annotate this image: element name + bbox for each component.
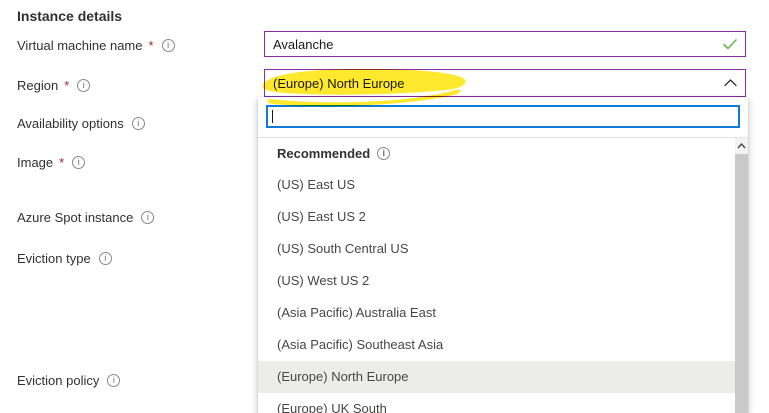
region-option[interactable]: (US) East US <box>258 169 735 201</box>
region-combobox[interactable]: (Europe) North Europe <box>264 69 746 97</box>
info-icon[interactable]: i <box>377 147 390 160</box>
field-label-azure-spot-instance: Azure Spot instance i <box>17 209 154 226</box>
label-text: Availability options <box>17 116 124 131</box>
label-text: Eviction type <box>17 251 91 266</box>
label-text: Region <box>17 78 58 93</box>
field-label-eviction-policy: Eviction policy i <box>17 372 120 389</box>
section-title: Instance details <box>17 8 122 24</box>
required-asterisk: * <box>149 38 154 53</box>
field-label-eviction-type: Eviction type i <box>17 250 112 267</box>
field-label-vm-name: Virtual machine name * i <box>17 37 175 54</box>
field-label-availability-options: Availability options i <box>17 115 145 132</box>
label-text: Image <box>17 155 53 170</box>
label-text: Azure Spot instance <box>17 210 133 225</box>
group-header-text: Recommended <box>277 146 370 161</box>
region-dropdown-flyout: Recommended i (US) East US (US) East US … <box>258 97 748 413</box>
region-search-input[interactable] <box>266 105 740 128</box>
chevron-up-icon <box>724 79 737 87</box>
region-option[interactable]: (Asia Pacific) Australia East <box>258 297 735 329</box>
required-asterisk: * <box>59 155 64 170</box>
info-icon[interactable]: i <box>141 211 154 224</box>
label-text: Virtual machine name <box>17 38 143 53</box>
info-icon[interactable]: i <box>99 252 112 265</box>
azure-create-vm-form: Instance details Virtual machine name*i … <box>0 0 769 413</box>
info-icon[interactable]: i <box>72 156 85 169</box>
scrollbar-thumb[interactable] <box>735 154 748 413</box>
vm-name-input[interactable]: Avalanche <box>264 31 746 57</box>
info-icon[interactable]: i <box>107 374 120 387</box>
scroll-up-arrow-icon <box>737 143 746 149</box>
region-value: (Europe) North Europe <box>273 76 718 91</box>
info-icon[interactable]: i <box>77 79 90 92</box>
region-option-highlighted[interactable]: (Europe) North Europe <box>258 361 735 393</box>
valid-check-icon <box>723 39 737 50</box>
scroll-up-button[interactable] <box>735 138 748 153</box>
dropdown-scrollbar[interactable] <box>735 138 748 413</box>
required-asterisk: * <box>64 78 69 93</box>
info-icon[interactable]: i <box>162 39 175 52</box>
vm-name-value: Avalanche <box>273 37 717 52</box>
field-label-image: Image * i <box>17 154 85 171</box>
text-cursor <box>272 110 273 123</box>
region-option[interactable]: (Asia Pacific) Southeast Asia <box>258 329 735 361</box>
region-option[interactable]: (US) West US 2 <box>258 265 735 297</box>
region-option[interactable]: (US) East US 2 <box>258 201 735 233</box>
region-option[interactable]: (Europe) UK South <box>258 393 735 413</box>
info-icon[interactable]: i <box>132 117 145 130</box>
field-label-region: Region * i <box>17 77 90 94</box>
label-text: Eviction policy <box>17 373 99 388</box>
region-option[interactable]: (US) South Central US <box>258 233 735 265</box>
dropdown-group-header: Recommended i <box>258 138 735 169</box>
